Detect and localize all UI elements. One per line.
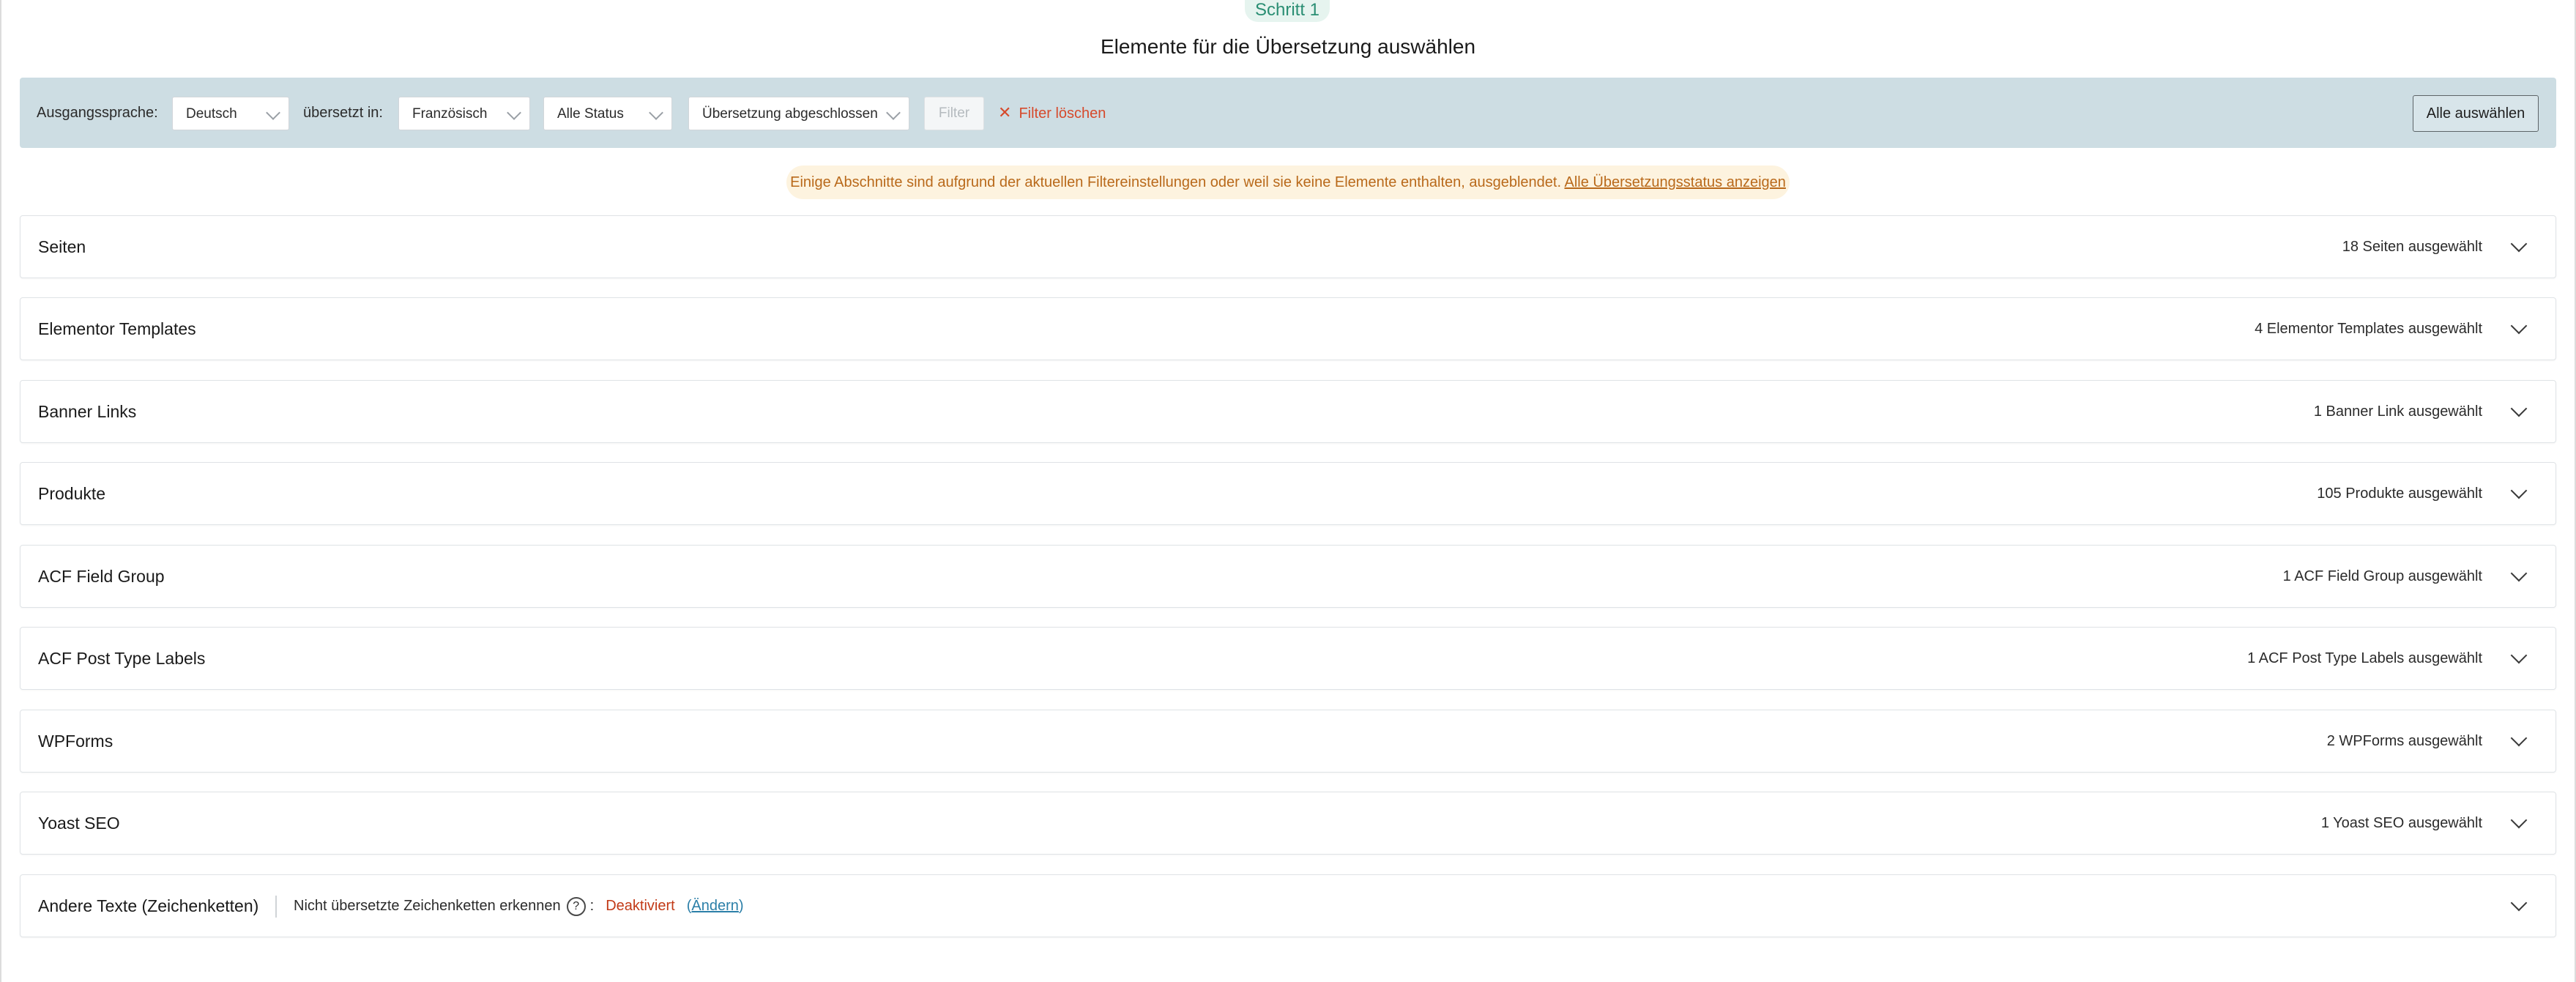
section-count: 4 Elementor Templates ausgewählt bbox=[2255, 321, 2482, 337]
section-count: 1 ACF Field Group ausgewählt bbox=[2282, 568, 2482, 584]
divider bbox=[275, 896, 277, 918]
section-row-acf-field-group[interactable]: ACF Field Group 1 ACF Field Group ausgew… bbox=[20, 545, 2556, 608]
section-title: Banner Links bbox=[38, 402, 137, 421]
change-wrapper: (Ändern) bbox=[686, 898, 744, 914]
change-link[interactable]: Ändern bbox=[691, 898, 739, 914]
section-row-yoast-seo[interactable]: Yoast SEO 1 Yoast SEO ausgewählt bbox=[20, 792, 2556, 855]
chevron-down-icon bbox=[649, 105, 663, 120]
detect-strings-label: Nicht übersetzte Zeichenketten erkennen bbox=[294, 898, 561, 914]
clear-filter-link[interactable]: ✕ Filter löschen bbox=[998, 78, 1106, 148]
section-title: Elementor Templates bbox=[38, 319, 196, 338]
step-badge: Schritt 1 bbox=[1245, 0, 1330, 22]
filter-button[interactable]: Filter bbox=[924, 97, 984, 130]
hidden-sections-notice: Einige Abschnitte sind aufgrund der aktu… bbox=[786, 165, 1790, 199]
section-count: 1 Yoast SEO ausgewählt bbox=[2320, 815, 2482, 831]
close-icon: ✕ bbox=[998, 103, 1012, 122]
detect-strings-setting: Nicht übersetzte Zeichenketten erkennen?… bbox=[294, 875, 744, 937]
section-row-wpforms[interactable]: WPForms 2 WPForms ausgewählt bbox=[20, 710, 2556, 773]
section-count: 18 Seiten ausgewählt bbox=[2342, 239, 2482, 255]
page-border-left bbox=[0, 0, 1, 982]
chevron-down-icon bbox=[886, 105, 901, 120]
section-row-seiten[interactable]: Seiten 18 Seiten ausgewählt bbox=[20, 215, 2556, 278]
section-title: Andere Texte (Zeichenketten) bbox=[38, 896, 259, 915]
section-count: 105 Produkte ausgewählt bbox=[2317, 486, 2482, 502]
detect-strings-status: Deaktiviert bbox=[606, 898, 675, 914]
section-title: Produkte bbox=[38, 484, 106, 503]
source-language-value: Deutsch bbox=[186, 106, 237, 122]
select-all-button[interactable]: Alle auswählen bbox=[2413, 95, 2539, 132]
translation-status-select[interactable]: Übersetzung abgeschlossen bbox=[688, 97, 909, 130]
source-language-label: Ausgangssprache: bbox=[37, 105, 158, 121]
section-row-elementor-templates[interactable]: Elementor Templates 4 Elementor Template… bbox=[20, 297, 2556, 360]
chevron-down-icon[interactable] bbox=[2510, 647, 2528, 664]
chevron-down-icon[interactable] bbox=[2510, 400, 2528, 417]
target-language-select[interactable]: Französisch bbox=[398, 97, 530, 130]
source-language-select[interactable]: Deutsch bbox=[172, 97, 289, 130]
show-all-statuses-link[interactable]: Alle Übersetzungsstatus anzeigen bbox=[1564, 174, 1785, 190]
translated-into-label: übersetzt in: bbox=[303, 105, 383, 121]
section-title: Yoast SEO bbox=[38, 814, 120, 833]
chevron-down-icon[interactable] bbox=[2510, 317, 2528, 335]
section-count: 1 Banner Link ausgewählt bbox=[2313, 403, 2482, 420]
clear-filter-label: Filter löschen bbox=[1019, 105, 1106, 122]
section-row-acf-post-type-labels[interactable]: ACF Post Type Labels 1 ACF Post Type Lab… bbox=[20, 627, 2556, 690]
page-title: Elemente für die Übersetzung auswählen bbox=[1100, 35, 1476, 58]
section-title: ACF Post Type Labels bbox=[38, 649, 206, 668]
chevron-down-icon[interactable] bbox=[2510, 482, 2528, 499]
section-count: 2 WPForms ausgewählt bbox=[2326, 733, 2482, 749]
filter-bar: Ausgangssprache: Deutsch übersetzt in: F… bbox=[20, 78, 2556, 148]
chevron-down-icon bbox=[266, 105, 280, 120]
section-row-banner-links[interactable]: Banner Links 1 Banner Link ausgewählt bbox=[20, 380, 2556, 443]
status-select[interactable]: Alle Status bbox=[543, 97, 672, 130]
chevron-down-icon[interactable] bbox=[2510, 565, 2528, 582]
chevron-down-icon[interactable] bbox=[2510, 729, 2528, 747]
section-title: WPForms bbox=[38, 732, 113, 751]
section-row-strings[interactable]: Andere Texte (Zeichenketten) Nicht übers… bbox=[20, 874, 2556, 937]
colon: : bbox=[589, 898, 595, 914]
section-title: ACF Field Group bbox=[38, 567, 165, 586]
section-count: 1 ACF Post Type Labels ausgewählt bbox=[2247, 650, 2482, 666]
chevron-down-icon[interactable] bbox=[2510, 811, 2528, 829]
help-circle-icon[interactable]: ? bbox=[566, 896, 586, 916]
chevron-down-icon bbox=[507, 105, 521, 120]
chevron-down-icon[interactable] bbox=[2510, 235, 2528, 253]
target-language-value: Französisch bbox=[412, 106, 488, 122]
chevron-down-icon[interactable] bbox=[2510, 894, 2528, 912]
translation-status-value: Übersetzung abgeschlossen bbox=[702, 106, 878, 122]
status-value: Alle Status bbox=[557, 106, 624, 122]
section-title: Seiten bbox=[38, 237, 86, 256]
section-row-produkte[interactable]: Produkte 105 Produkte ausgewählt bbox=[20, 462, 2556, 525]
notice-text: Einige Abschnitte sind aufgrund der aktu… bbox=[790, 174, 1562, 190]
